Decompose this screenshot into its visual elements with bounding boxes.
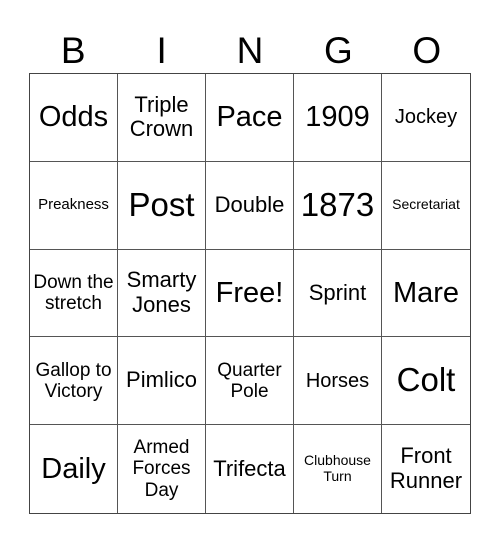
bingo-cell[interactable]: Clubhouse Turn (294, 425, 382, 513)
bingo-cell[interactable]: 1873 (294, 161, 382, 250)
bingo-cell[interactable]: Secretariat (382, 162, 470, 250)
bingo-cell[interactable]: Odds (30, 74, 118, 162)
bingo-header: B I N G O (29, 28, 471, 73)
header-letter-o: O (412, 30, 442, 71)
bingo-cell[interactable]: Armed Forces Day (118, 425, 206, 513)
bingo-cell[interactable]: Double (206, 161, 294, 250)
header-letter-n: N (236, 30, 264, 71)
bingo-cell[interactable]: Daily (30, 425, 118, 513)
bingo-cell[interactable]: Post (118, 161, 206, 250)
header-letter-b: B (60, 30, 86, 71)
bingo-grid: Odds Triple Crown Pace 1909 Jockey Preak… (29, 73, 471, 514)
free-space[interactable]: Free! (206, 249, 294, 338)
bingo-cell[interactable]: Mare (382, 250, 470, 338)
bingo-cell[interactable]: Gallop to Victory (30, 337, 118, 426)
bingo-cell[interactable]: Pimlico (118, 337, 206, 426)
bingo-cell[interactable]: Quarter Pole (206, 337, 294, 426)
bingo-cell[interactable]: 1909 (294, 74, 382, 162)
header-letter-i: I (156, 30, 167, 71)
bingo-cell[interactable]: Horses (294, 337, 382, 426)
bingo-cell[interactable]: Trifecta (206, 425, 294, 513)
bingo-cell[interactable]: Preakness (30, 161, 118, 250)
bingo-cell[interactable]: Front Runner (382, 425, 470, 513)
bingo-cell[interactable]: Triple Crown (118, 74, 206, 162)
bingo-cell[interactable]: Pace (206, 74, 294, 162)
bingo-cell[interactable]: Sprint (294, 249, 382, 338)
bingo-cell[interactable]: Smarty Jones (118, 249, 206, 338)
bingo-cell[interactable]: Jockey (382, 74, 470, 162)
bingo-cell[interactable]: Down the stretch (30, 249, 118, 338)
header-letter-g: G (324, 30, 353, 71)
bingo-cell[interactable]: Colt (382, 337, 470, 426)
